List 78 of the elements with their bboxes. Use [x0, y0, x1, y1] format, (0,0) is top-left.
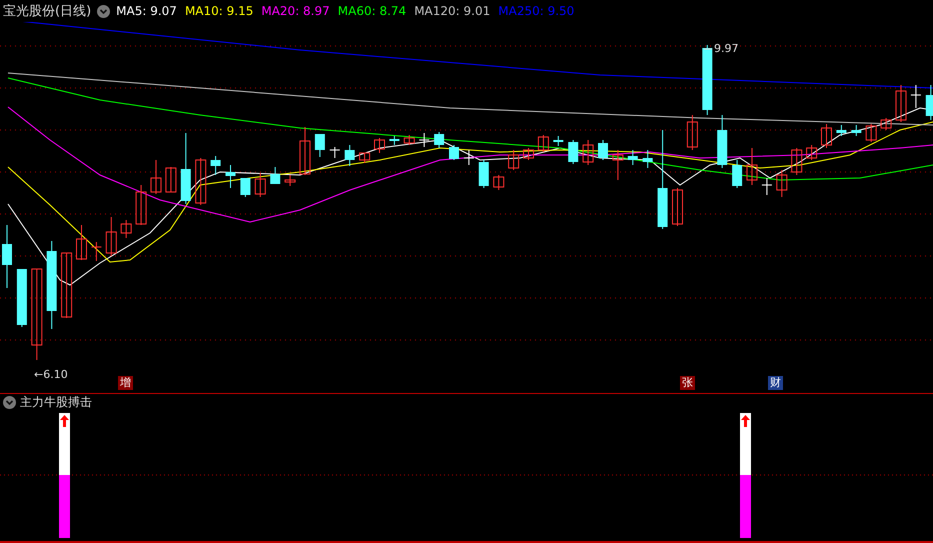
candlestick [120, 220, 132, 238]
candlestick [612, 150, 624, 180]
candlestick [90, 242, 102, 262]
candlestick [642, 150, 653, 168]
candlestick [836, 124, 846, 136]
candlestick [732, 160, 742, 188]
candlestick [76, 224, 87, 260]
collapse-toggle-icon[interactable] [3, 396, 16, 408]
candlestick [136, 184, 147, 226]
candlestick [746, 148, 758, 186]
event-marker: 张 [680, 376, 695, 390]
collapse-toggle-icon[interactable] [97, 4, 110, 18]
candlestick [240, 178, 250, 198]
candlestick [434, 132, 444, 148]
candlestick [2, 224, 12, 288]
moving-average-value: MA250: 9.50 [498, 4, 574, 18]
candlestick [404, 134, 415, 146]
candlestick [686, 114, 698, 150]
moving-average-value: MA120: 9.01 [414, 4, 490, 18]
leader-line [704, 48, 712, 50]
candlestick [806, 144, 818, 160]
candlestick [449, 144, 459, 160]
candlestick [344, 144, 355, 166]
candlestick [61, 252, 72, 318]
candlestick [180, 132, 191, 204]
candlestick [896, 84, 906, 122]
candlestick [254, 172, 266, 198]
moving-average-value: MA60: 8.74 [338, 4, 406, 18]
candlestick [926, 84, 933, 120]
candlestick [791, 148, 802, 176]
candlestick [672, 188, 683, 226]
moving-average-value: MA20: 8.97 [261, 4, 330, 18]
indicator-title: 主力牛股搏击 [20, 394, 92, 410]
candlestick [329, 146, 340, 158]
stock-title: 宝光股份(日线) [3, 3, 92, 20]
candlestick [538, 134, 549, 152]
event-marker: 增 [118, 376, 133, 390]
candlestick [226, 164, 236, 188]
candlestick [776, 170, 788, 198]
candlestick [165, 166, 176, 192]
candlestick [106, 216, 117, 256]
up-arrow-icon [741, 415, 750, 427]
candlestick [866, 124, 877, 142]
moving-average-value: MA5: 9.07 [116, 4, 177, 18]
event-marker: 财 [768, 376, 783, 390]
candlestick [195, 158, 206, 206]
candlestick [702, 44, 712, 116]
candlestick [210, 156, 221, 176]
high-price-label: 9.97 [714, 42, 738, 55]
candlestick [523, 148, 534, 160]
candlestick [582, 140, 594, 166]
candlestick [628, 150, 638, 166]
candlestick [314, 134, 325, 158]
candlestick [150, 160, 162, 194]
candlestick [418, 132, 430, 148]
moving-average-value: MA10: 9.15 [184, 4, 254, 18]
candlestick [851, 124, 862, 136]
candlestick [284, 174, 296, 186]
candlestick [16, 268, 27, 328]
candlestick [553, 136, 564, 146]
candlestick [359, 152, 370, 164]
candlestick [880, 118, 892, 130]
candlestick [493, 174, 504, 190]
candlestick [374, 138, 385, 154]
low-price-label: ←6.10 [34, 368, 68, 381]
candlestick [568, 140, 578, 164]
candlestick [463, 150, 474, 166]
up-arrow-icon [60, 415, 69, 427]
candlestick [821, 124, 832, 148]
candlestick [761, 178, 772, 196]
candlestick [910, 84, 922, 108]
candlestick [270, 166, 280, 184]
candlestick [717, 114, 728, 168]
candlestick [300, 126, 310, 176]
candlestick [598, 140, 608, 160]
candlestick [478, 160, 489, 188]
candlestick [389, 136, 400, 146]
candlestick [508, 150, 520, 170]
